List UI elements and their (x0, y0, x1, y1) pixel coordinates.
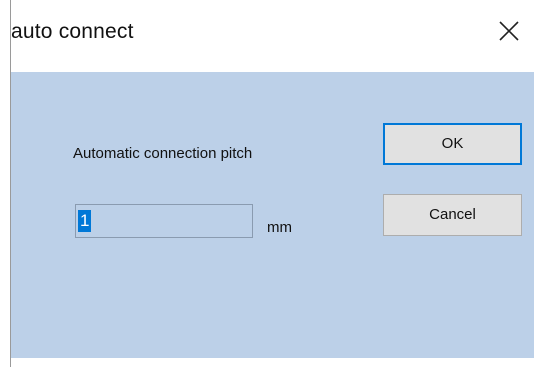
dialog-client-area: Automatic connection pitch 1 mm OK Cance… (11, 72, 534, 358)
unit-label: mm (267, 219, 292, 236)
close-icon (499, 21, 519, 41)
dialog-title: auto connect (11, 20, 134, 43)
auto-connect-dialog: auto connect Automatic connection pitch … (0, 0, 534, 367)
pitch-label: Automatic connection pitch (73, 145, 253, 162)
pitch-input[interactable] (75, 204, 253, 238)
pitch-input-selected-text: 1 (78, 210, 92, 232)
window-bottom-edge (11, 358, 534, 367)
ok-button[interactable]: OK (383, 123, 522, 165)
window-left-edge (0, 0, 11, 367)
title-bar[interactable]: auto connect (11, 0, 534, 72)
close-button[interactable] (492, 14, 526, 48)
cancel-button[interactable]: Cancel (383, 194, 522, 236)
